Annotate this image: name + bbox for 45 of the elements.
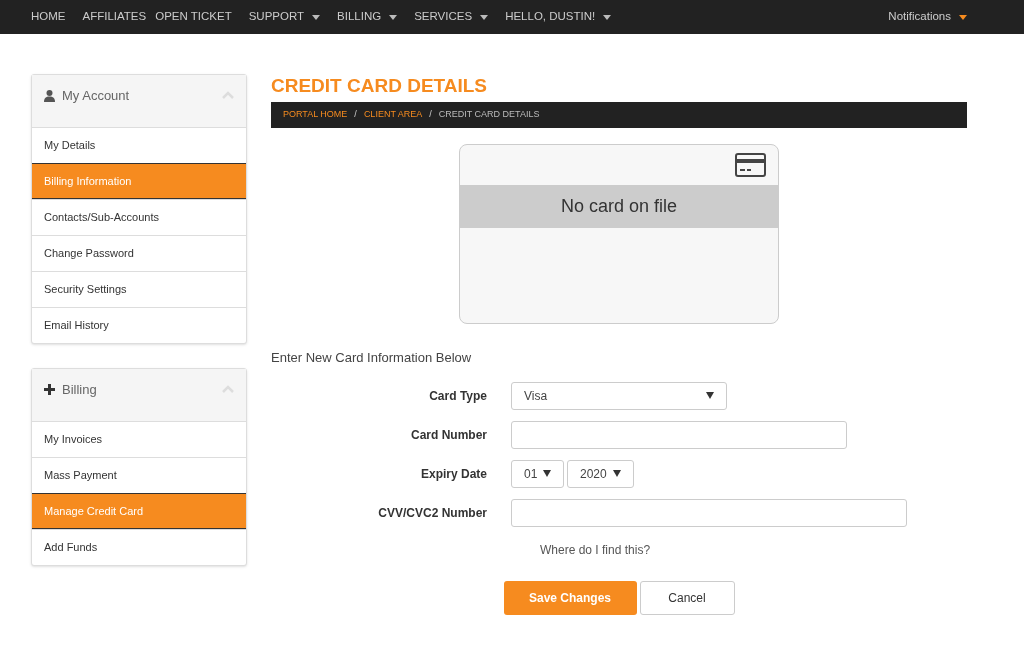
sidebar-item[interactable]: My Invoices: [32, 421, 246, 457]
sidebar-item[interactable]: Security Settings: [32, 271, 246, 307]
year-select[interactable]: 2020: [567, 459, 634, 488]
field-label: Expiry Date: [419, 465, 487, 483]
nav-link[interactable]: BILLING: [337, 8, 398, 26]
breadcrumb-link[interactable]: CLIENT AREA: [363, 108, 423, 122]
caret-icon: [706, 392, 714, 399]
nav-link[interactable]: HOME: [31, 8, 66, 26]
nav-link[interactable]: HELLO, DUSTIN!: [505, 8, 612, 26]
credit-card-icon: [735, 153, 766, 177]
current-page-label: CREDIT CARD DETAILS: [438, 108, 540, 122]
chevron-up-icon[interactable]: [222, 91, 234, 99]
form-heading: Enter New Card Information Below: [271, 349, 473, 367]
plus-icon: [44, 384, 55, 396]
caret-icon: [613, 470, 621, 477]
sidebar-item[interactable]: Change Password: [32, 235, 246, 271]
nav-link[interactable]: AFFILIATES: [82, 8, 147, 26]
sidebar-item[interactable]: Email History: [32, 307, 246, 343]
panel-title: My Account: [62, 87, 130, 105]
sidebar-item[interactable]: Contacts/Sub-Accounts: [32, 199, 246, 235]
chevron-up-icon[interactable]: [222, 385, 234, 393]
breadcrumb-separator: /: [354, 108, 357, 122]
no-card-message: No card on file: [460, 185, 778, 228]
nav-link[interactable]: SERVICES: [414, 8, 489, 26]
field-label: Card Type: [428, 387, 487, 405]
input-field[interactable]: [511, 420, 847, 449]
caret-icon: [543, 470, 551, 477]
nav-link[interactable]: SUPPORT: [248, 8, 321, 26]
input-field[interactable]: [511, 498, 907, 527]
breadcrumb-link[interactable]: PORTAL HOME: [283, 108, 348, 122]
help-link[interactable]: Where do I find this?: [540, 542, 651, 557]
page-title: CREDIT CARD DETAILS: [271, 74, 489, 98]
nav-link[interactable]: OPEN TICKET: [155, 8, 232, 26]
panel-header[interactable]: Billing: [32, 369, 246, 421]
user-icon: [44, 89, 55, 102]
panel-header[interactable]: My Account: [32, 75, 246, 127]
cancel-button[interactable]: Cancel: [639, 580, 735, 615]
month-select[interactable]: 01: [511, 459, 564, 488]
sidebar-item[interactable]: Add Funds: [32, 529, 246, 565]
card-type-select[interactable]: Visa: [511, 381, 727, 410]
panel-title: Billing: [62, 381, 97, 399]
field-label: Card Number: [410, 426, 487, 444]
notifications-link[interactable]: Notifications: [888, 8, 967, 26]
breadcrumb-separator: /: [429, 108, 432, 122]
field-label: CVV/CVC2 Number: [377, 504, 487, 522]
